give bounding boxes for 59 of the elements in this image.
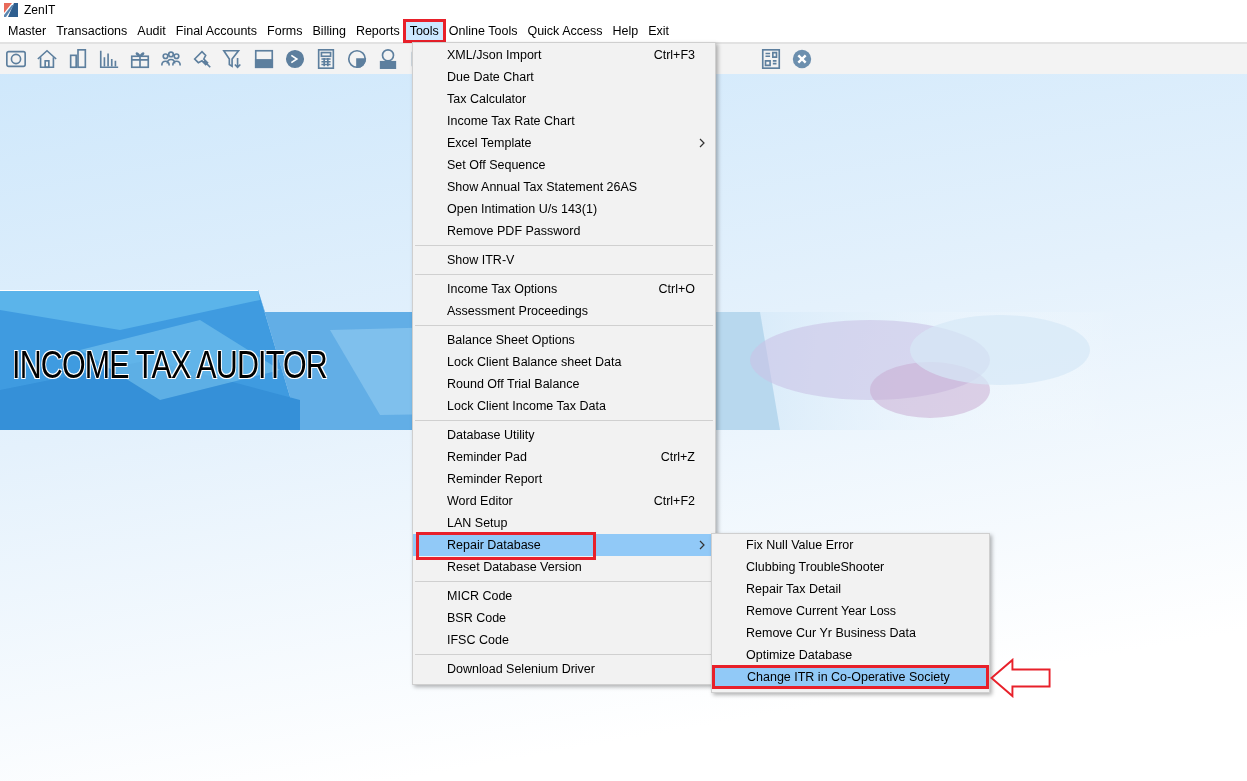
menu-item[interactable]: Reminder Pad Ctrl+Z <box>413 446 715 468</box>
menu-item[interactable]: Remove PDF Password <box>413 220 715 242</box>
menu-item[interactable]: Round Off Trial Balance <box>413 373 715 395</box>
menu-item[interactable]: Fix Null Value Error <box>712 534 989 556</box>
menu-item[interactable]: Open Intimation U/s 143(1) <box>413 198 715 220</box>
menu-item[interactable]: Lock Client Income Tax Data <box>413 395 715 417</box>
menu-item[interactable]: Exit <box>643 21 674 41</box>
menu-item[interactable]: Show Annual Tax Statement 26AS <box>413 176 715 198</box>
menu-item[interactable]: Master <box>3 21 52 41</box>
menu-item[interactable]: Database Utility <box>413 424 715 446</box>
rupee-note-icon[interactable] <box>5 48 27 70</box>
menu-item[interactable]: Final Accounts <box>170 21 263 41</box>
menu-item[interactable]: Excel Template <box>413 132 715 154</box>
menu-item[interactable]: Income Tax Rate Chart <box>413 110 715 132</box>
arrow-icon <box>988 658 1054 698</box>
menu-item[interactable]: Transactions <box>51 21 133 41</box>
menu-item[interactable]: Balance Sheet Options <box>413 329 715 351</box>
building-icon[interactable] <box>67 48 89 70</box>
home-icon[interactable] <box>36 48 58 70</box>
pin-icon[interactable] <box>191 48 213 70</box>
chevron-right-icon <box>699 138 705 148</box>
menu-item[interactable]: BSR Code <box>413 607 715 629</box>
menu-item[interactable]: Forms <box>262 21 308 41</box>
menu-item[interactable]: Optimize Database <box>712 644 989 666</box>
menu-item[interactable]: MICR Code <box>413 585 715 607</box>
pie-icon[interactable] <box>346 48 368 70</box>
menu-item[interactable]: Show ITR-V <box>413 249 715 271</box>
chevron-right-icon <box>699 540 705 550</box>
menu-item[interactable]: Tax Calculator <box>413 88 715 110</box>
window-title: ZenIT <box>24 3 56 17</box>
report-icon[interactable] <box>760 48 782 70</box>
menu-item[interactable]: Download Selenium Driver <box>413 658 715 680</box>
menu-item[interactable]: LAN Setup <box>413 512 715 534</box>
menu-item[interactable]: Set Off Sequence <box>413 154 715 176</box>
menu-item[interactable]: Assessment Proceedings <box>413 300 715 322</box>
menu-item[interactable]: Tools <box>404 21 444 41</box>
menu-item[interactable]: Lock Client Balance sheet Data <box>413 351 715 373</box>
menu-item[interactable]: Billing <box>307 21 351 41</box>
menu-item[interactable]: Help <box>607 21 644 41</box>
close-icon[interactable] <box>791 48 813 70</box>
app-logo-icon <box>4 3 18 17</box>
calculator-icon[interactable] <box>315 48 337 70</box>
menu-item[interactable]: Audit <box>132 21 171 41</box>
menu-item[interactable]: IFSC Code <box>413 629 715 651</box>
menu-item[interactable]: Online Tools <box>443 21 523 41</box>
menu-item[interactable]: Due Date Chart <box>413 66 715 88</box>
menu-item[interactable]: Remove Current Year Loss <box>712 600 989 622</box>
bar-chart-icon[interactable] <box>98 48 120 70</box>
banner-title: INCOME TAX AUDITOR <box>12 343 327 387</box>
menu-item[interactable]: Quick Access <box>522 21 608 41</box>
menu-item[interactable]: Reminder Report <box>413 468 715 490</box>
menu-item[interactable]: Remove Cur Yr Business Data <box>712 622 989 644</box>
menu-item[interactable]: Income Tax Options Ctrl+O <box>413 278 715 300</box>
menu-item[interactable]: XML/Json Import Ctrl+F3 <box>413 44 715 66</box>
menu-item[interactable]: Reset Database Version <box>413 556 715 578</box>
menu-item[interactable]: Repair Tax Detail <box>712 578 989 600</box>
menu-item[interactable]: Word Editor Ctrl+F2 <box>413 490 715 512</box>
menu-item[interactable]: Reports <box>350 21 405 41</box>
menu-item[interactable]: Clubbing TroubleShooter <box>712 556 989 578</box>
